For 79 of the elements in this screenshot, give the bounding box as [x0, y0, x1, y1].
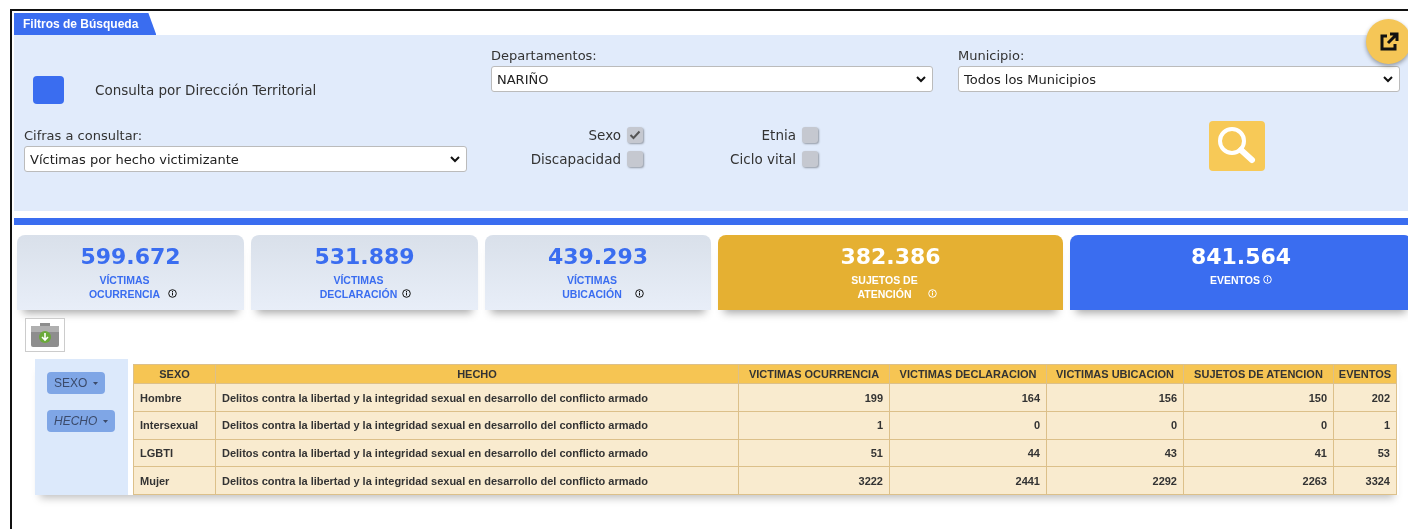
table-cell: 2292: [1046, 466, 1184, 495]
field-label: Departamentos:: [491, 48, 597, 63]
table-cell: Delitos contra la libertad y la integridad sexual en desarrollo del conflicto armado: [215, 466, 739, 495]
table-cell: 150: [1183, 383, 1334, 412]
dropdown[interactable]: Todos los Municipios: [958, 66, 1400, 92]
table-cell: Delitos contra la libertad y la integridad sexual en desarrollo del conflicto armado: [215, 439, 739, 467]
info-icon: [927, 289, 937, 298]
column-header: VICTIMAS OCURRENCIA: [738, 364, 890, 384]
table-cell: 156: [1046, 383, 1184, 412]
column-header: HECHO: [215, 364, 739, 384]
stat-label: VÍCTIMAS UBICACIÓN: [561, 273, 623, 301]
stat-label: VÍCTIMAS OCURRENCIA: [87, 273, 162, 301]
checkbox[interactable]: [627, 151, 643, 167]
filters-tab[interactable]: Filtros de Búsqueda: [14, 13, 157, 35]
table-cell: 2441: [889, 466, 1047, 495]
stat-value: 599.672: [80, 245, 181, 269]
table-cell: Delitos contra la libertad y la integridad sexual en desarrollo del conflicto armado: [215, 411, 739, 440]
table-cell: 41: [1183, 439, 1334, 467]
caret-icon: [93, 381, 99, 385]
dropdown[interactable]: Víctimas por hecho victimizante: [24, 146, 467, 172]
info-icon: [635, 289, 644, 298]
table-cell: Hombre: [133, 383, 216, 412]
field-label: Cifras a consultar:: [24, 128, 143, 143]
table-cell: 3222: [738, 466, 890, 495]
table-cell: 0: [1183, 411, 1334, 440]
column-header: VICTIMAS UBICACION: [1046, 364, 1184, 384]
pivot-field-button[interactable]: HECHO: [47, 410, 116, 432]
stat-label: SUJETOS DE ATENCIÓN: [850, 273, 919, 301]
dropdown[interactable]: NARIÑO: [491, 66, 933, 92]
table-cell: 0: [889, 411, 1047, 440]
external-link-icon: [1378, 31, 1399, 52]
stat-value: 841.564: [1190, 245, 1292, 269]
caret-icon: [103, 419, 109, 423]
column-header: EVENTOS: [1333, 364, 1397, 384]
checkbox-label: Discapacidad: [530, 151, 621, 167]
table-cell: 53: [1333, 439, 1397, 467]
table-cell: Delitos contra la libertad y la integridad sexual en desarrollo del conflicto armado: [215, 383, 739, 412]
checkbox[interactable]: [802, 127, 818, 143]
checkbox[interactable]: [627, 127, 643, 143]
table-cell: 43: [1046, 439, 1184, 467]
column-header: SEXO: [133, 364, 216, 384]
table-cell: 3324: [1333, 466, 1397, 495]
stat-value: 531.889: [314, 245, 415, 269]
info-icon: [1263, 275, 1272, 284]
field-label: Municipio:: [958, 48, 1025, 63]
table-cell: 1: [738, 411, 890, 440]
stat-label: VÍCTIMAS DECLARACIÓN: [318, 273, 399, 301]
table-cell: 164: [889, 383, 1047, 412]
toggle-label: Consulta por Dirección Territorial: [95, 82, 317, 98]
download-icon: [30, 322, 60, 348]
toggle[interactable]: [33, 76, 64, 104]
chevron-down-icon: [450, 155, 460, 163]
table-cell: 202: [1333, 383, 1397, 412]
table-cell: 51: [738, 439, 890, 467]
stat-label: EVENTOS: [1210, 273, 1260, 287]
info-icon: [167, 289, 177, 298]
checkbox-label: Sexo: [588, 127, 621, 143]
chevron-down-icon: [916, 75, 926, 83]
column-header: SUJETOS DE ATENCION: [1183, 364, 1334, 384]
checkbox-label: Etnia: [761, 127, 796, 143]
table-cell: LGBTI: [133, 439, 216, 467]
pivot-field-button[interactable]: SEXO: [47, 372, 106, 394]
table-cell: Mujer: [133, 466, 216, 495]
table-cell: 2263: [1183, 466, 1334, 495]
table-cell: 1: [1333, 411, 1397, 440]
table-cell: 0: [1046, 411, 1184, 440]
table-cell: 199: [738, 383, 890, 412]
stat-value: 439.293: [547, 245, 649, 269]
download-button[interactable]: [25, 318, 65, 352]
chevron-down-icon: [1383, 75, 1393, 83]
table-cell: 44: [889, 439, 1047, 467]
checkbox-label: Ciclo vital: [730, 151, 796, 167]
export-button[interactable]: [1366, 19, 1408, 64]
checkbox[interactable]: [802, 151, 818, 167]
column-header: VICTIMAS DECLARACION: [889, 364, 1047, 384]
search-button[interactable]: [1209, 121, 1265, 171]
table-cell: Intersexual: [133, 411, 216, 440]
stat-value: 382.386: [840, 245, 941, 269]
info-icon: [401, 289, 411, 298]
